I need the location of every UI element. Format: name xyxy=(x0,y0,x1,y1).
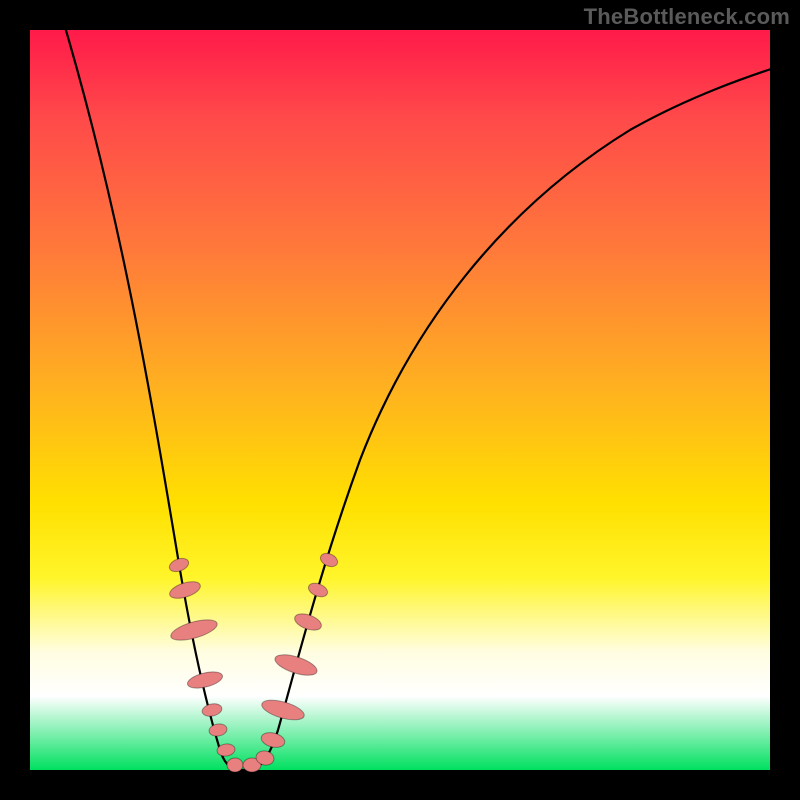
bead xyxy=(273,651,320,680)
bead xyxy=(186,669,224,691)
curve-left-branch xyxy=(60,10,245,770)
bead xyxy=(292,611,323,634)
bead xyxy=(201,702,223,718)
bead xyxy=(260,696,307,724)
bead xyxy=(318,551,339,569)
chart-plot-area xyxy=(30,30,770,770)
curve-right-branch xyxy=(245,68,774,770)
bead-group xyxy=(168,551,340,772)
bottleneck-curve xyxy=(30,30,770,770)
bead xyxy=(168,556,191,574)
bead xyxy=(208,723,228,738)
bead xyxy=(306,581,329,600)
bead xyxy=(227,758,243,772)
watermark-text: TheBottleneck.com xyxy=(584,4,790,30)
bead xyxy=(260,730,287,749)
